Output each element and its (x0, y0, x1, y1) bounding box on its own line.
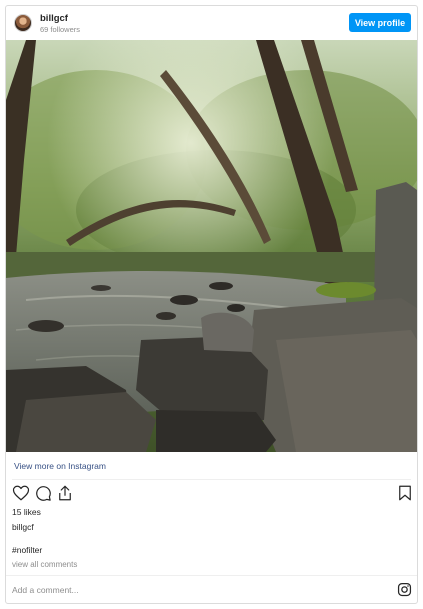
divider (6, 575, 417, 576)
view-profile-button[interactable]: View profile (349, 13, 411, 32)
action-bar (6, 484, 417, 504)
caption-username[interactable]: billgcf (12, 522, 34, 532)
river-forest-photo (6, 40, 417, 452)
view-all-comments-link[interactable]: view all comments (12, 560, 77, 569)
comment-icon[interactable] (34, 484, 52, 502)
share-icon[interactable] (56, 484, 74, 502)
follower-count: 69 followers (40, 25, 81, 34)
caption-hashtag[interactable]: #nofilter (12, 545, 42, 555)
instagram-logo-icon[interactable] (397, 582, 412, 597)
post-header: billgcf 69 followers View profile (6, 6, 417, 40)
instagram-embed-card: billgcf 69 followers View profile View m… (5, 5, 418, 604)
view-more-on-instagram-link[interactable]: View more on Instagram (14, 461, 106, 471)
divider (12, 479, 411, 480)
user-info: billgcf 69 followers (40, 13, 80, 35)
add-comment-input[interactable] (12, 581, 382, 599)
avatar[interactable] (14, 14, 32, 32)
post-photo[interactable] (6, 40, 417, 452)
like-count[interactable]: 15 likes (12, 507, 41, 517)
username[interactable]: billgcf (40, 13, 80, 24)
heart-icon[interactable] (12, 484, 30, 502)
bookmark-icon[interactable] (396, 484, 414, 502)
